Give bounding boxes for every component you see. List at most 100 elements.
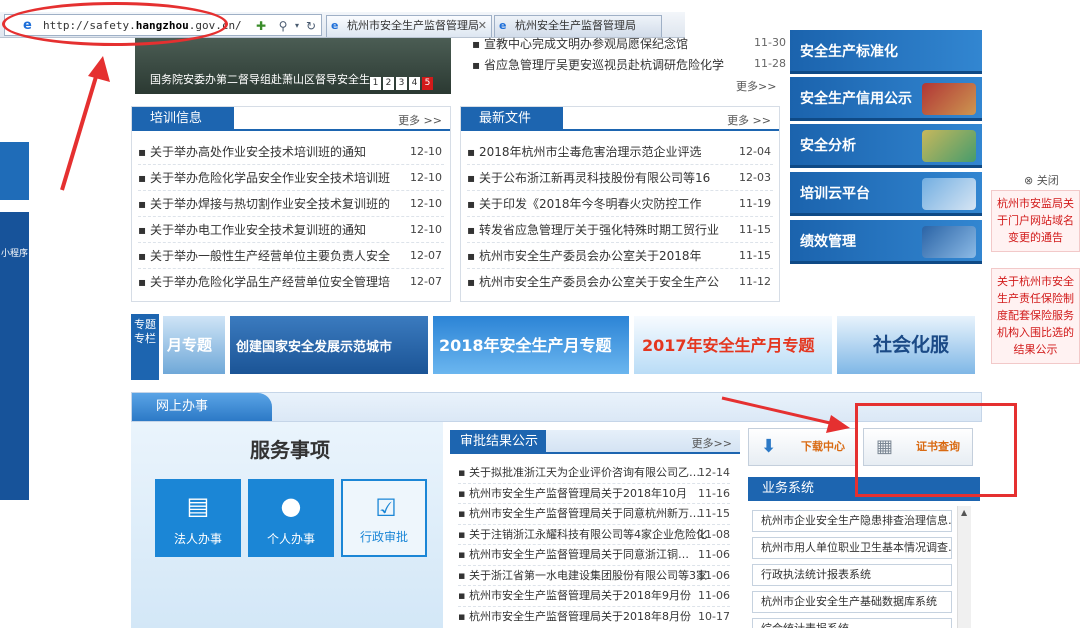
list-item[interactable]: ▪ 杭州市安全生产委员会办公室关于2018年 11-15 [467,243,773,269]
list-item[interactable]: ▪ 杭州市安全生产监督管理局关于2018年10月 11-16 [458,484,730,504]
refresh-icon[interactable]: ↻ [303,18,319,34]
list-item[interactable]: ▪ 2018年杭州市尘毒危害治理示范企业评选 12-04 [467,139,773,165]
more-link[interactable]: 更多 >> [727,112,771,128]
list-item[interactable]: ▪ 杭州市安全生产委员会办公室关于安全生产公 11-12 [467,269,773,295]
banner-caption[interactable]: 国务院安委办第二督导组赴萧山区督导安全生 [150,71,370,87]
list-item[interactable]: ▪ 关于举办电工作业安全技术复训班的通知 12-10 [138,217,444,243]
close-icon[interactable]: ✕ [478,16,487,36]
topic-banner[interactable]: 2017年安全生产月专题 [634,316,832,374]
list-item[interactable]: ▪ 关于举办危险化学品安全作业安全技术培训班 12-10 [138,165,444,191]
certificate-query-button[interactable]: ▦ 证书查询 [863,428,973,466]
banner-page-5[interactable]: 5 [422,77,433,90]
ie-tab-icon: e [331,19,339,32]
online-service-title: 网上办事 [132,393,272,421]
stamp-icon [922,83,976,115]
tab-inactive[interactable]: e 杭州安全生产监督管理局 [494,15,662,37]
tile-training-cloud[interactable]: 培训云平台 [790,172,982,216]
tile-standardization[interactable]: 安全生产标准化 [790,30,982,74]
top-news-more-link[interactable]: 更多>> [736,78,776,94]
top-news-date: 11-28 [754,57,786,70]
banner-page-1[interactable]: 1 [370,77,381,90]
business-system-link[interactable]: 杭州市企业安全生产基础数据库系统 [752,591,952,613]
business-system-link[interactable]: 杭州市企业安全生产隐患排查治理信息… [752,510,952,532]
tile-safety-analysis[interactable]: 安全分析 [790,124,982,168]
tile-label: 安全生产信用公示 [800,91,912,107]
list-item[interactable]: ▪ 关于举办焊接与热切割作业安全技术复训班的 12-10 [138,191,444,217]
individual-button[interactable]: ● 个人办事 [248,479,334,557]
top-news-date: 11-30 [754,36,786,49]
top-news-item[interactable]: ▪ 宣教中心完成文明办参观局愿保纪念馆 [472,35,688,52]
legal-person-button[interactable]: ▤ 法人办事 [155,479,241,557]
topic-banner[interactable]: 创建国家安全发展示范城市 [230,316,428,374]
top-news-item[interactable]: ▪ 省应急管理厅吴更安巡视员赴杭调研危险化学 [472,56,724,73]
training-section: 培训信息 更多 >> ▪ 关于举办高处作业安全技术培训班的通知 12-10 ▪ 关… [131,106,451,302]
business-system-link[interactable]: 综合统计表报系统 [752,618,952,628]
scroll-up-icon[interactable]: ▲ [961,508,967,517]
document-icon: ▤ [186,492,210,520]
compatibility-icon[interactable]: ✚ [253,18,269,34]
section-title: 审批结果公示 [450,430,546,454]
tab-active[interactable]: e 杭州市安全生产监督管理局 ✕ [326,15,492,37]
administrative-approval-button[interactable]: ☑ 行政审批 [341,479,427,557]
list-item[interactable]: ▪ 杭州市安全生产监督管理局关于同意浙江铜… 11-06 [458,545,730,566]
left-floating-banner[interactable] [0,142,29,200]
section-title: 最新文件 [461,107,563,131]
list-item[interactable]: ▪ 关于举办高处作业安全技术培训班的通知 12-10 [138,139,444,165]
list-item[interactable]: ▪ 关于举办一般性生产经营单位主要负责人安全 12-07 [138,243,444,269]
business-systems-title: 业务系统 [748,477,980,501]
notice-insurance-result[interactable]: 关于杭州市安全生产责任保险制度配套保险服务机构入围比选的结果公示 [991,268,1080,364]
topic-banner[interactable]: 2018年安全生产月专题 [433,316,629,374]
button-label: 个人办事 [266,532,315,546]
documents-section: 最新文件 更多 >> ▪ 2018年杭州市尘毒危害治理示范企业评选 12-04 ▪… [460,106,780,302]
close-notices-link[interactable]: ⊗ 关闭 [1024,172,1059,188]
chart-icon [922,226,976,258]
banner-page-3[interactable]: 3 [396,77,407,90]
url-text[interactable]: http://safety.hangzhou.gov.cn/ [43,19,242,32]
list-item[interactable]: ▪ 关于举办危险化学品生产经营单位安全管理培 12-07 [138,269,444,295]
topic-text: 社会化服 [873,334,950,356]
more-link[interactable]: 更多 >> [398,112,442,128]
notice-domain-change[interactable]: 杭州市安监局关于门户网站域名变更的通告 [991,190,1080,252]
topic-banner[interactable]: 社会化服 [837,316,975,374]
business-list-scrollbar[interactable]: ▲ [957,506,971,628]
certificate-icon: ▦ [876,436,894,457]
section-header: 培训信息 更多 >> [132,107,450,131]
tile-performance[interactable]: 绩效管理 [790,220,982,264]
download-icon: ⬇ [761,436,777,457]
list-item[interactable]: ▪ 关于公布浙江新再灵科技股份有限公司等16 12-03 [467,165,773,191]
tile-label: 培训云平台 [800,186,870,202]
list-item[interactable]: ▪ 杭州市安全生产监督管理局关于2018年9月份 11-06 [458,586,730,607]
business-system-link[interactable]: 杭州市用人单位职业卫生基本情况调查… [752,537,952,559]
left-panel-label: 小程序 [1,249,29,259]
banner-pager: 12345 [370,74,435,90]
list-item[interactable]: ▪ 关于浙江省第一水电建设集团股份有限公司等3家 11-06 [458,566,730,586]
more-link[interactable]: 更多>> [692,435,732,451]
list-item[interactable]: ▪ 关于拟批准浙江天为企业评价咨询有限公司乙… 12-14 [458,463,730,484]
arrow-head-up [88,56,110,82]
business-system-link[interactable]: 行政执法统计报表系统 [752,564,952,586]
topic-text: 创建国家安全发展示范城市 [236,340,393,355]
person-icon: ● [280,492,302,520]
list-item[interactable]: ▪ 关于印发《2018年今冬明春火灾防控工作 11-19 [467,191,773,217]
list-item[interactable]: ▪ 杭州市安全生产监督管理局关于同意杭州新万… 11-15 [458,504,730,525]
service-title: 服务事项 [250,438,330,462]
button-label: 证书查询 [916,440,960,453]
download-center-button[interactable]: ⬇ 下载中心 [748,428,858,466]
topic-text: 月专题 [167,336,213,354]
button-label: 法人办事 [173,532,222,546]
list-item[interactable]: ▪ 关于注销浙江永耀科技有限公司等4家企业危险化 11-08 [458,525,730,545]
topic-text: 2018年安全生产月专题 [439,336,612,355]
ie-page-icon: e [23,18,32,33]
section-title: 培训信息 [132,107,234,131]
banner-page-2[interactable]: 2 [383,77,394,90]
tile-credit-disclosure[interactable]: 安全生产信用公示 [790,77,982,121]
arrow-line-up [60,69,100,191]
list-item[interactable]: ▪ 杭州市安全生产监督管理局关于2018年8月份 10-17 [458,607,730,628]
list-item[interactable]: ▪ 转发省应急管理厅关于强化特殊时期工贸行业 11-15 [467,217,773,243]
address-bar[interactable]: e http://safety.hangzhou.gov.cn/ ✚ ⚲ ▾ ↻ [4,14,322,36]
button-label: 下载中心 [801,440,845,453]
topic-banner[interactable]: 月专题 [163,316,225,374]
left-floating-panel[interactable]: 小程序 [0,212,29,500]
banner-page-4[interactable]: 4 [409,77,420,90]
tile-label: 安全生产标准化 [800,44,898,60]
